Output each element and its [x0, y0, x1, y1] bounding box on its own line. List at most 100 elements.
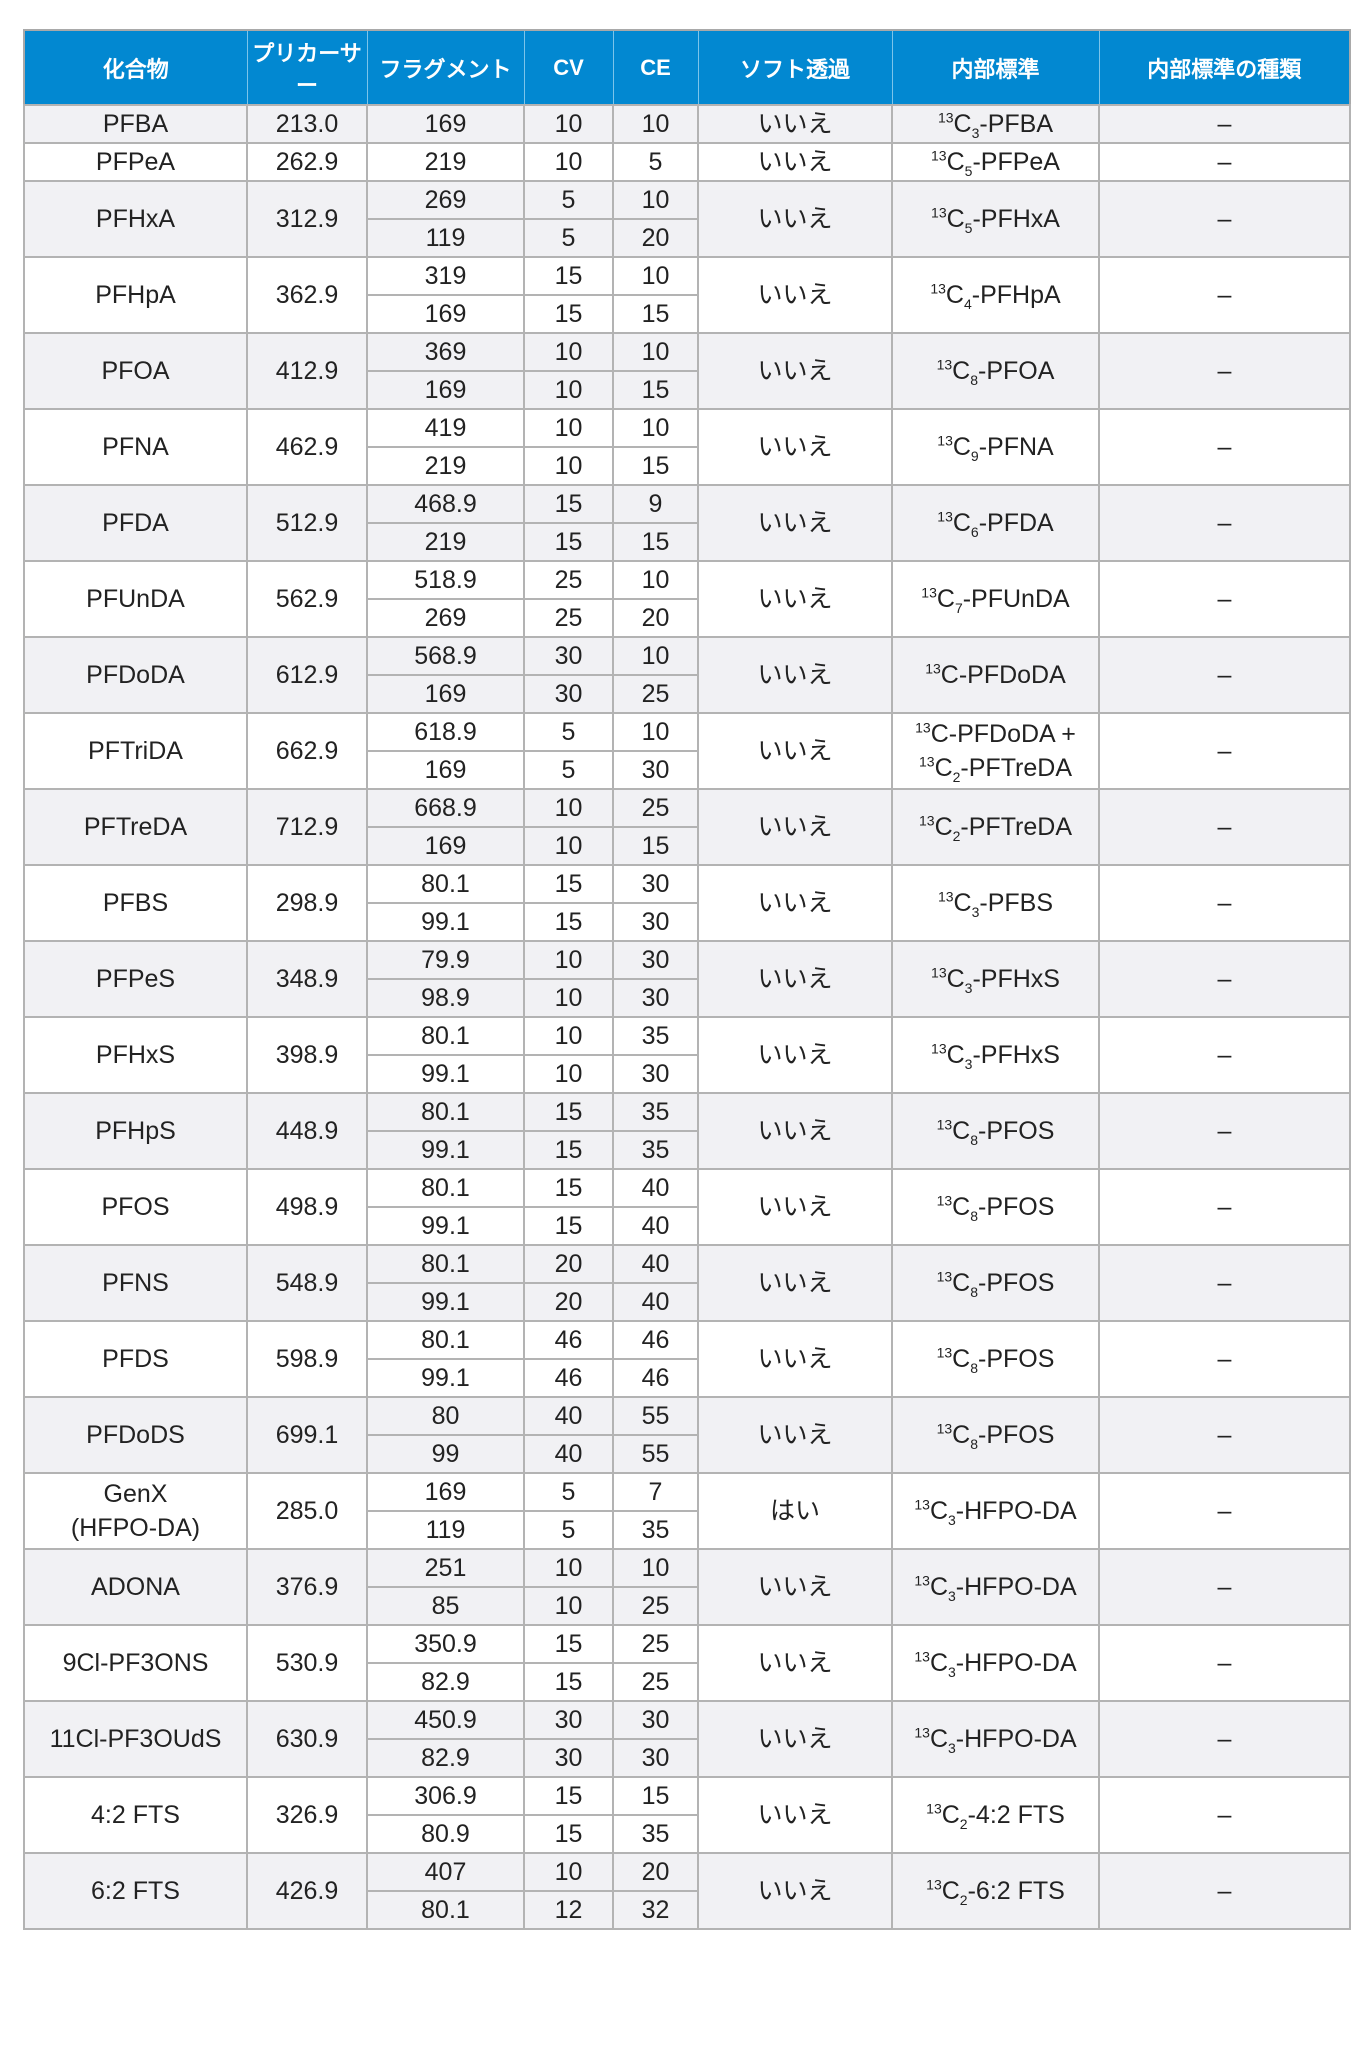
precursor-cell: 376.9	[246, 1548, 368, 1626]
internal-standard-cell: 13C4-PFHpA	[891, 256, 1100, 334]
compound-cell: 9Cl-PF3ONS	[23, 1624, 248, 1702]
element-symbol: C	[941, 1877, 960, 1905]
table-row: PFDoDS 699.1 80 40 55 いいえ 13C8-PFOS –	[23, 1396, 1351, 1474]
isotope-mass: 13	[937, 432, 953, 449]
ce-cell: 55	[612, 1434, 699, 1474]
standard-name: -HFPO-DA	[955, 1649, 1077, 1677]
table-row: PFBA 213.0 169 10 10 いいえ 13C3-PFBA –	[23, 104, 1351, 144]
internal-standard-type-cell: –	[1098, 1320, 1351, 1398]
fragment-cell: 99.1	[366, 1130, 525, 1170]
precursor-cell: 562.9	[246, 560, 368, 638]
standard-name: -PFUnDA	[962, 585, 1070, 613]
cv-cell: 15	[523, 864, 614, 904]
ce-cell: 30	[612, 978, 699, 1018]
element-symbol: C	[946, 148, 965, 176]
isotope-mass: 13	[937, 109, 954, 126]
soft-transmission-cell: いいえ	[697, 180, 893, 258]
standard-name: -4:2 FTS	[967, 1801, 1065, 1829]
isotope-mass: 13	[936, 356, 953, 373]
ce-cell: 10	[612, 180, 699, 220]
fragment-cell: 219	[366, 446, 525, 486]
cv-cell: 15	[523, 1092, 614, 1132]
compound-cell: PFUnDA	[23, 560, 248, 638]
ce-cell: 35	[612, 1814, 699, 1854]
precursor-cell: 712.9	[246, 788, 368, 866]
precursor-cell: 398.9	[246, 1016, 368, 1094]
fragment-cell: 80.1	[366, 1016, 525, 1056]
element-symbol: C	[952, 1193, 971, 1221]
cv-cell: 15	[523, 902, 614, 942]
internal-standard-type-cell: –	[1098, 788, 1351, 866]
element-symbol: C	[934, 813, 953, 841]
isotope-mass: 13	[931, 1040, 947, 1057]
internal-standard-cell: 13C2-6:2 FTS	[891, 1852, 1100, 1930]
table-row: 4:2 FTS 326.9 306.9 15 15 いいえ 13C2-4:2 FTS –	[23, 1776, 1351, 1854]
fragment-cell: 350.9	[366, 1624, 525, 1664]
soft-transmission-cell: いいえ	[697, 256, 893, 334]
element-symbol: C	[952, 509, 971, 537]
fragment-cell: 80.9	[366, 1814, 525, 1854]
fragment-cell: 85	[366, 1586, 525, 1626]
internal-standard-cell: 13C6-PFDA	[891, 484, 1100, 562]
cv-cell: 20	[523, 1282, 614, 1322]
header-fragment: フラグメント	[366, 30, 525, 105]
compound-name-line: PFTriDA	[88, 737, 183, 765]
precursor-cell: 662.9	[246, 712, 368, 790]
cv-cell: 15	[523, 1814, 614, 1854]
cv-cell: 10	[523, 788, 614, 828]
table-row: PFBS 298.9 80.1 15 30 いいえ 13C3-PFBS –	[23, 864, 1351, 942]
header-soft-transmission: ソフト透過	[697, 30, 893, 105]
cv-cell: 46	[523, 1358, 614, 1398]
isotope-mass: 13	[936, 1420, 953, 1437]
isotope-mass: 13	[914, 1648, 930, 1665]
internal-standard-cell: 13C3-PFBA	[891, 104, 1100, 144]
ce-cell: 40	[612, 1168, 699, 1208]
compound-cell: PFPeS	[23, 940, 248, 1018]
fragment-cell: 82.9	[366, 1738, 525, 1778]
internal-standard-line: 13C5-PFPeA	[893, 145, 1098, 179]
fragment-cell: 369	[366, 332, 525, 372]
fragment-cell: 80.1	[366, 864, 525, 904]
element-symbol: C	[940, 661, 959, 689]
compound-cell: PFBS	[23, 864, 248, 942]
compound-cell: PFNS	[23, 1244, 248, 1322]
precursor-cell: 530.9	[246, 1624, 368, 1702]
fragment-cell: 169	[366, 826, 525, 866]
compound-name-line: PFDoDS	[86, 1421, 185, 1449]
cv-cell: 15	[523, 256, 614, 296]
cv-cell: 10	[523, 1852, 614, 1892]
fragment-cell: 80	[366, 1396, 525, 1436]
internal-standard-cell: 13C2-4:2 FTS	[891, 1776, 1100, 1854]
internal-standard-type-cell: –	[1098, 256, 1351, 334]
internal-standard-line: 13C3-PFHxS	[893, 1038, 1098, 1072]
precursor-cell: 630.9	[246, 1700, 368, 1778]
internal-standard-line: 13C2-PFTreDA	[893, 810, 1098, 844]
fragment-cell: 269	[366, 180, 525, 220]
internal-standard-line: 13C3-HFPO-DA	[893, 1722, 1098, 1756]
fragment-cell: 99	[366, 1434, 525, 1474]
precursor-cell: 285.0	[246, 1472, 368, 1550]
fragment-cell: 169	[366, 674, 525, 714]
internal-standard-line: 13C8-PFOS	[893, 1190, 1098, 1224]
compound-cell: PFOA	[23, 332, 248, 410]
table-row: PFOS 498.9 80.1 15 40 いいえ 13C8-PFOS –	[23, 1168, 1351, 1246]
element-symbol: C	[929, 1573, 948, 1601]
table-row: PFDA 512.9 468.9 15 9 いいえ 13C6-PFDA –	[23, 484, 1351, 562]
fragment-cell: 306.9	[366, 1776, 525, 1816]
internal-standard-line: 13C4-PFHpA	[893, 278, 1098, 312]
cv-cell: 30	[523, 1738, 614, 1778]
soft-transmission-cell: いいえ	[697, 1548, 893, 1626]
precursor-cell: 426.9	[246, 1852, 368, 1930]
isotope-mass: 13	[918, 753, 935, 770]
cv-cell: 15	[523, 522, 614, 562]
cv-cell: 10	[523, 940, 614, 980]
internal-standard-type-cell: –	[1098, 864, 1351, 942]
fragment-cell: 119	[366, 1510, 525, 1550]
ce-cell: 10	[612, 104, 699, 144]
ce-cell: 10	[612, 636, 699, 676]
element-symbol: C	[930, 720, 949, 748]
ce-cell: 15	[612, 522, 699, 562]
fragment-cell: 419	[366, 408, 525, 448]
compound-cell: PFHpS	[23, 1092, 248, 1170]
compound-cell: PFDA	[23, 484, 248, 562]
